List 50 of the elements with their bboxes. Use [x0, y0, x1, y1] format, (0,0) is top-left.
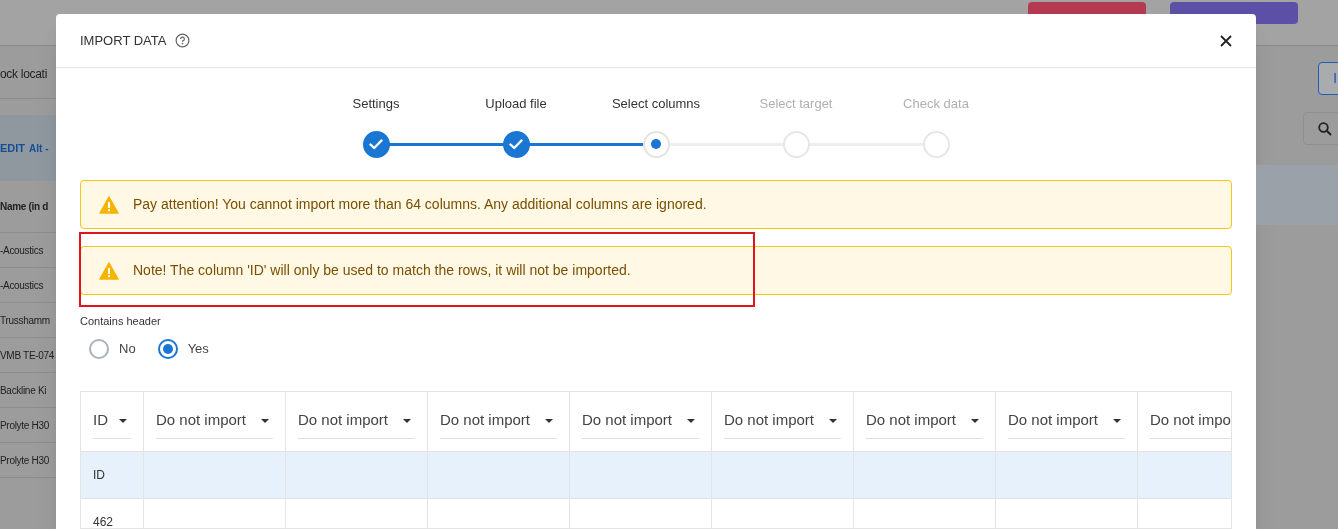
- step-label: Check data: [903, 95, 969, 113]
- caret-icon: [403, 418, 411, 423]
- caret-icon: [261, 418, 269, 423]
- close-icon[interactable]: [1220, 34, 1232, 47]
- warning-icon: [99, 261, 119, 280]
- alert-text: Pay attention! You cannot import more than 64 columns. Any additional columns are ignored.: [133, 195, 707, 214]
- column-select[interactable]: Do not import: [156, 403, 273, 439]
- table-cell-text: Backline Ki: [0, 383, 47, 398]
- table-cell-text: VMB TE-074: [0, 348, 55, 363]
- dialog-title: IMPORT DATA: [80, 31, 167, 50]
- column-select[interactable]: Do not import: [440, 403, 557, 439]
- table-cell-text: Prolyte H30: [0, 418, 49, 433]
- column-select[interactable]: ID: [93, 403, 131, 439]
- caret-icon: [1113, 418, 1121, 423]
- alert-text: Note! The column 'ID' will only be used to match the rows, it will not be imported.: [133, 261, 631, 280]
- caret-icon: [119, 418, 127, 423]
- warning-icon: [99, 195, 119, 214]
- step-label: Select target: [759, 95, 833, 113]
- caret-icon: [971, 418, 979, 423]
- help-icon[interactable]: [175, 33, 191, 48]
- radio-button[interactable]: [157, 338, 178, 359]
- column-heading: Name (in d: [0, 200, 49, 214]
- table-cell-text: -Acoustics: [0, 243, 44, 258]
- table-cell-text: 462: [93, 513, 114, 528]
- radio-label: No: [119, 339, 136, 358]
- checkmark-icon: [369, 138, 383, 150]
- column-select[interactable]: Do not import: [298, 403, 415, 439]
- step-label: Settings: [352, 95, 400, 113]
- radio-button[interactable]: [89, 338, 109, 359]
- table-cell-text: Trusshamm: [0, 313, 50, 328]
- step-label: Upload file: [485, 95, 547, 113]
- table-cell-text: ID: [93, 466, 105, 484]
- column-select[interactable]: Do not import: [724, 403, 841, 439]
- search-button[interactable]: [1303, 112, 1338, 145]
- table-cell-text: Prolyte H30: [0, 453, 49, 468]
- radio-label: Yes: [187, 339, 209, 358]
- shortcut-text: Alt -: [29, 141, 49, 156]
- caret-icon: [545, 418, 553, 423]
- checkmark-icon: [509, 138, 523, 150]
- caret-icon: [687, 418, 695, 423]
- column-select[interactable]: Do not import: [866, 403, 983, 439]
- location-heading: ock locati: [0, 65, 48, 83]
- column-select[interactable]: Do not impo: [1150, 403, 1231, 439]
- contains-header-label: Contains header: [80, 314, 162, 329]
- caret-icon: [829, 418, 837, 423]
- search-icon: [1318, 121, 1332, 136]
- step-label: Select columns: [611, 95, 701, 113]
- column-select[interactable]: Do not import: [1008, 403, 1125, 439]
- table-cell-text: -Acoustics: [0, 278, 44, 293]
- column-select[interactable]: Do not import: [582, 403, 699, 439]
